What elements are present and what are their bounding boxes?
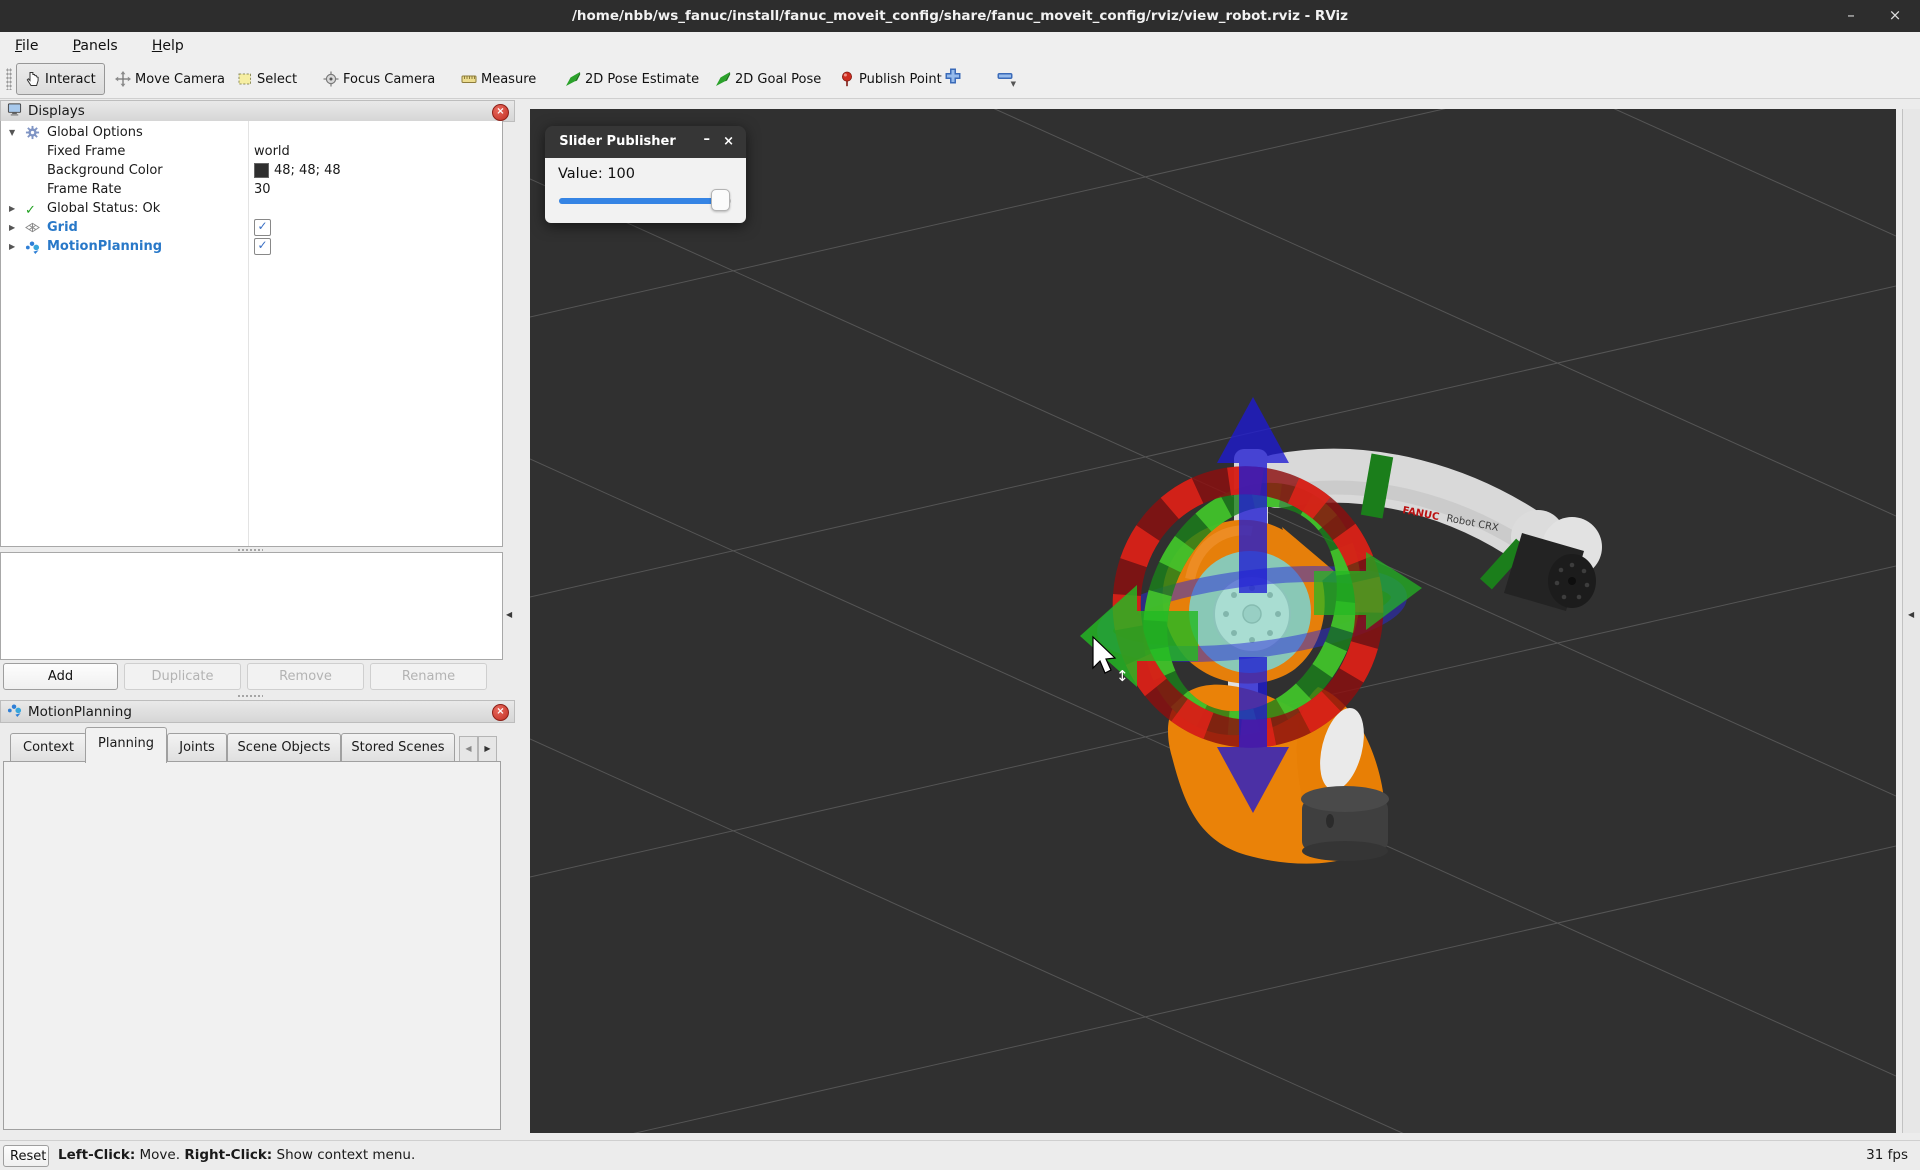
focus-camera-tool-button[interactable]: Focus Camera <box>314 63 444 95</box>
robot-base <box>1301 786 1389 861</box>
rename-display-button[interactable]: Rename <box>370 663 487 690</box>
slider-track[interactable] <box>559 198 731 204</box>
pose-estimate-arrow-icon <box>565 71 581 87</box>
window-title: /home/nbb/ws_fanuc/install/fanuc_moveit_… <box>0 0 1920 32</box>
displays-tree[interactable]: ▼ Global Options Fixed Frame world Backg… <box>0 121 503 547</box>
background-color-value: 48; 48; 48 <box>274 161 341 180</box>
menu-panels[interactable]: Panels <box>58 32 133 60</box>
goal-pose-tool-button[interactable]: 2D Goal Pose <box>706 63 830 95</box>
splitter-handle[interactable] <box>237 694 263 698</box>
expander-open-icon[interactable]: ▼ <box>9 123 19 142</box>
motionplanning-close-icon[interactable]: × <box>492 704 509 721</box>
menu-bar: File Panels Help <box>0 32 1920 61</box>
add-display-button[interactable]: Add <box>3 663 118 690</box>
tab-scroll-right-icon[interactable]: ▶ <box>478 736 497 763</box>
tab-stored-scenes[interactable]: Stored Scenes <box>341 733 455 762</box>
slider-publisher-window[interactable]: Slider Publisher – × Value: 100 <box>545 126 746 223</box>
slider-fill <box>559 198 722 204</box>
remove-display-button[interactable]: Remove <box>247 663 364 690</box>
grid-enabled-checkbox[interactable]: ✓ <box>254 219 271 236</box>
displays-icon <box>7 102 22 121</box>
resize-cursor-icon: ↕ <box>1116 667 1129 685</box>
tree-row-background-color[interactable]: Background Color 48; 48; 48 <box>1 161 501 180</box>
color-swatch[interactable] <box>254 163 269 178</box>
gear-icon <box>25 125 40 140</box>
add-tool-button[interactable] <box>938 63 968 93</box>
tab-scene-objects[interactable]: Scene Objects <box>227 733 341 762</box>
publish-point-tool-button[interactable]: Publish Point <box>830 63 951 95</box>
tab-content-frame <box>3 761 501 1130</box>
motionplanning-icon <box>25 239 40 254</box>
tree-row-global-options[interactable]: ▼ Global Options <box>1 123 501 142</box>
displays-close-icon[interactable]: × <box>492 104 509 121</box>
right-panel-rail[interactable]: ◀ <box>1902 109 1920 1133</box>
duplicate-display-button[interactable]: Duplicate <box>124 663 241 690</box>
slider-window-titlebar[interactable]: Slider Publisher – × <box>545 126 746 158</box>
status-bar: Reset Left-Click: Move. Right-Click: Sho… <box>0 1140 1920 1170</box>
slider-value-label: Value: 100 <box>558 166 635 182</box>
display-description-box <box>0 552 503 660</box>
tree-row-frame-rate[interactable]: Frame Rate 30 <box>1 180 501 199</box>
tab-joints[interactable]: Joints <box>167 733 227 762</box>
reset-button[interactable]: Reset <box>3 1145 49 1167</box>
fixed-frame-value[interactable]: world <box>254 142 290 161</box>
slider-window-minimize-button[interactable]: – <box>704 124 711 156</box>
slider-window-body: Value: 100 <box>545 158 746 223</box>
slider-window-title: Slider Publisher <box>545 126 690 158</box>
select-icon <box>237 71 253 87</box>
slider-window-close-button[interactable]: × <box>723 126 734 158</box>
minus-icon: ▼ <box>996 67 1014 89</box>
slider-handle[interactable] <box>711 189 730 211</box>
menu-file[interactable]: File <box>0 32 53 60</box>
expander-closed-icon[interactable]: ▶ <box>9 237 19 256</box>
left-panel-collapse-icon[interactable]: ◀ <box>506 610 512 619</box>
pose-estimate-tool-button[interactable]: 2D Pose Estimate <box>556 63 708 95</box>
3d-scene: FANUC Robot CRX <box>530 109 1896 1133</box>
tab-planning[interactable]: Planning <box>85 727 167 763</box>
motionplanning-panel-header[interactable]: MotionPlanning × <box>0 700 515 723</box>
tree-row-grid[interactable]: ▶ Grid ✓ <box>1 218 501 237</box>
plus-icon <box>944 67 962 89</box>
expander-closed-icon[interactable]: ▶ <box>9 218 19 237</box>
displays-panel-header[interactable]: Displays × <box>0 100 515 122</box>
select-tool-button[interactable]: Select <box>228 63 306 95</box>
move-camera-tool-button[interactable]: Move Camera <box>106 63 234 95</box>
window-minimize-button[interactable]: – <box>1834 0 1868 32</box>
motionplanning-icon <box>7 702 22 721</box>
toolbar: Interact Move Camera Select Focus Camera… <box>0 60 1920 99</box>
displays-panel: Displays × ▼ Global Options Fixed Frame … <box>0 100 503 692</box>
fps-counter: 31 fps <box>1866 1141 1908 1170</box>
expander-closed-icon[interactable]: ▶ <box>9 199 19 218</box>
measure-icon <box>461 71 477 87</box>
marker-y-right-arrow-green[interactable] <box>1314 552 1422 630</box>
window-close-button[interactable]: × <box>1878 0 1912 32</box>
frame-rate-value[interactable]: 30 <box>254 180 271 199</box>
focus-camera-icon <box>323 71 339 87</box>
tool-options-dropdown-icon[interactable]: ▼ <box>1011 80 1016 88</box>
status-ok-check-icon: ✓ <box>25 201 40 216</box>
measure-tool-button[interactable]: Measure <box>452 63 545 95</box>
interact-hand-icon <box>25 71 41 87</box>
motionplanning-panel: MotionPlanning × Context Planning Joints… <box>0 700 503 1133</box>
interact-tool-button[interactable]: Interact <box>16 63 105 95</box>
publish-point-pin-icon <box>839 71 855 87</box>
remove-tool-button[interactable]: ▼ <box>990 63 1020 93</box>
tree-row-motionplanning[interactable]: ▶ MotionPlanning ✓ <box>1 237 501 256</box>
goal-pose-arrow-icon <box>715 71 731 87</box>
toolbar-drag-handle[interactable] <box>6 68 12 90</box>
mouse-hint-text: Left-Click: Move. Right-Click: Show cont… <box>58 1141 415 1170</box>
tab-context[interactable]: Context <box>10 733 87 762</box>
move-camera-icon <box>115 71 131 87</box>
tree-row-fixed-frame[interactable]: Fixed Frame world <box>1 142 501 161</box>
grid-icon <box>25 220 40 235</box>
tree-row-global-status[interactable]: ▶ ✓ Global Status: Ok <box>1 199 501 218</box>
title-bar: /home/nbb/ws_fanuc/install/fanuc_moveit_… <box>0 0 1920 32</box>
right-panel-collapse-icon[interactable]: ◀ <box>1908 610 1914 619</box>
tab-scroll-left-icon[interactable]: ◀ <box>459 736 478 763</box>
motionplanning-enabled-checkbox[interactable]: ✓ <box>254 238 271 255</box>
3d-viewport[interactable]: FANUC Robot CRX <box>530 109 1896 1133</box>
menu-help[interactable]: Help <box>137 32 199 60</box>
